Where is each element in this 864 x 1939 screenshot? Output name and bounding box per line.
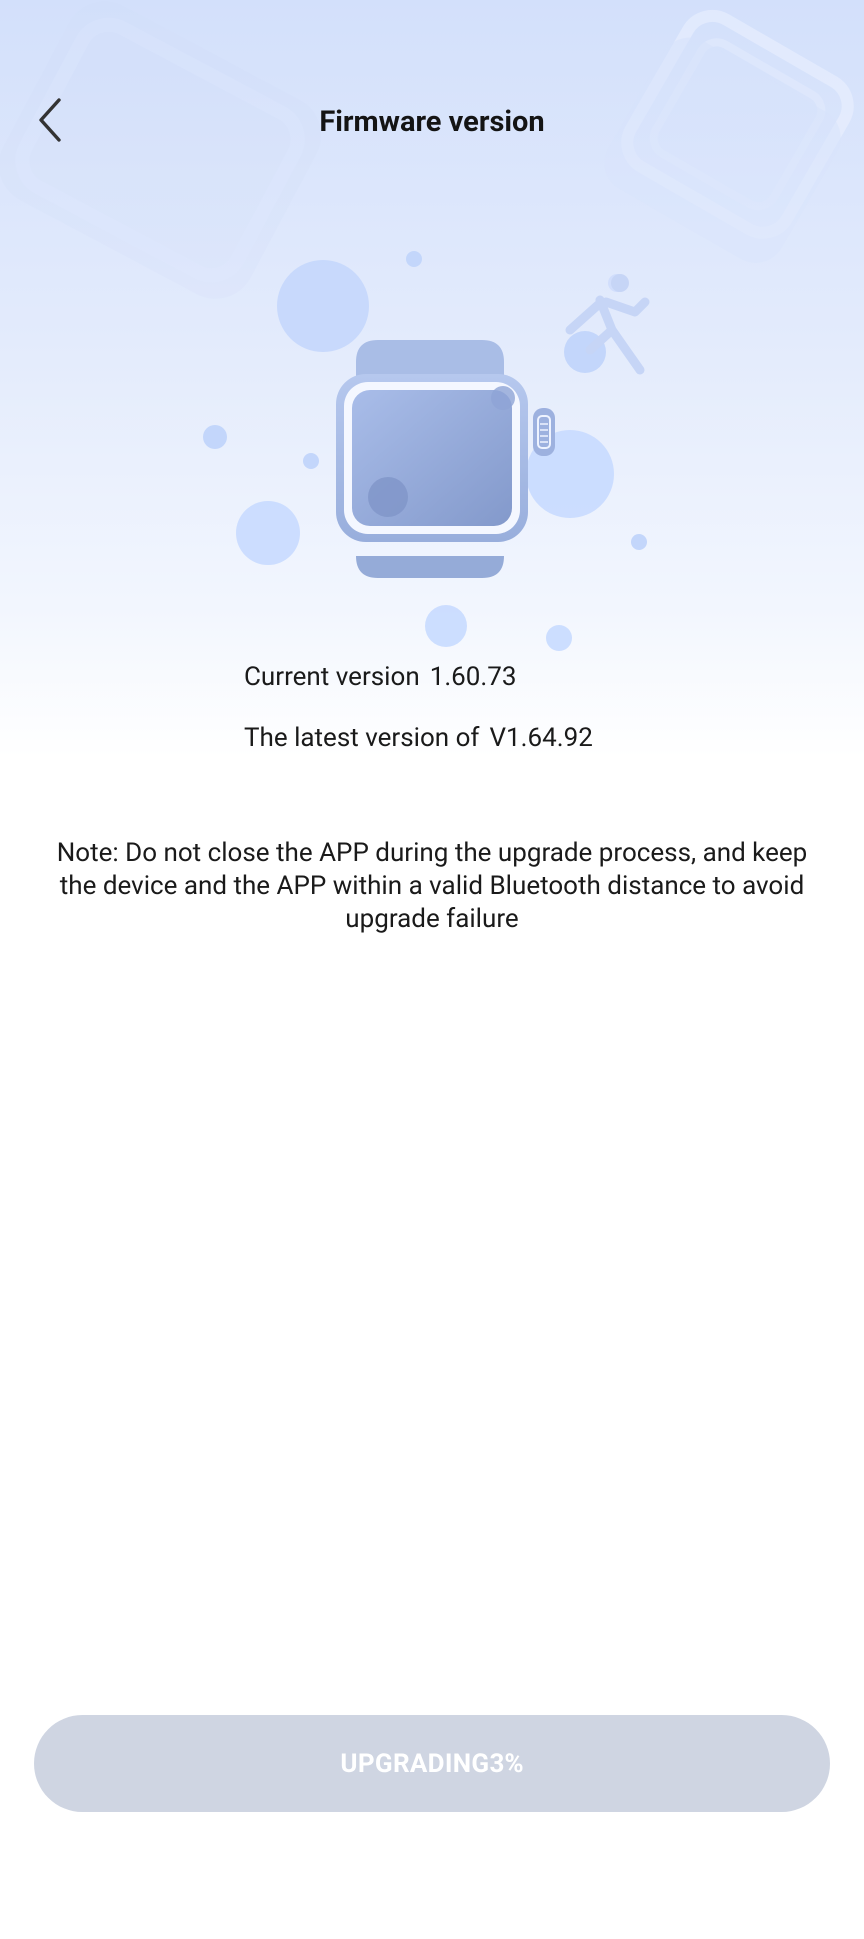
latest-version-row: The latest version of V1.64.92 <box>244 721 593 755</box>
current-version-row: Current version 1.60.73 <box>244 660 516 694</box>
bubble-decoration <box>277 260 369 352</box>
smartwatch-illustration <box>203 251 650 651</box>
latest-version-label: The latest version of <box>244 723 480 753</box>
current-version-label: Current version <box>244 662 420 692</box>
current-version-value: 1.60.73 <box>429 662 517 692</box>
page-title: Firmware version <box>319 105 545 139</box>
upgrade-button-label: UPGRADING <box>340 1748 490 1779</box>
upgrade-button[interactable]: UPGRADING 3% <box>34 1715 830 1812</box>
upgrade-progress-text: 3% <box>489 1748 524 1779</box>
latest-version-value: V1.64.92 <box>489 723 593 753</box>
upgrade-warning-note: Note: Do not close the APP during the up… <box>56 838 808 934</box>
